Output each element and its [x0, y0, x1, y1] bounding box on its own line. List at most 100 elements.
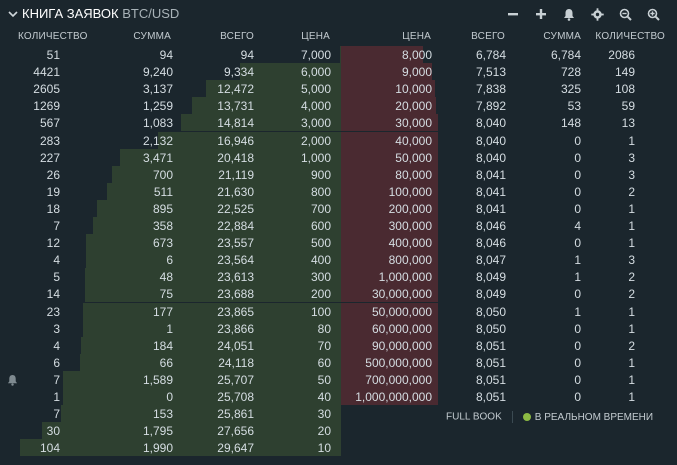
bid-total-cell: 23,613 [217, 270, 254, 285]
bid-quantity-cell: 4421 [33, 65, 60, 80]
bid-sum-cell: 1 [166, 321, 173, 336]
ask-sum-cell: 0 [574, 287, 581, 302]
bid-total-cell: 12,472 [217, 82, 254, 97]
ask-total-cell: 7,838 [475, 82, 506, 97]
bid-quantity-cell: 19 [46, 184, 60, 199]
order-book-row[interactable]: 26 700 21,119 900 80,000 8,041 0 3 [0, 165, 677, 183]
ask-total-cell: 7,892 [475, 99, 506, 114]
bid-price-cell: 40 [317, 390, 331, 404]
order-book-row[interactable]: 2605 3,137 12,472 5,000 10,000 7,838 325 108 [0, 80, 677, 98]
minus-icon[interactable] [499, 4, 527, 24]
ask-sum-cell: 325 [560, 82, 581, 97]
bid-total-cell: 94 [240, 48, 254, 62]
order-book-row[interactable]: 51 94 94 7,000 8,000 6,784 6,784 2086 [0, 46, 677, 63]
ask-quantity-cell: 3 [628, 167, 635, 182]
chevron-down-icon[interactable] [8, 6, 18, 21]
order-book-row[interactable]: 567 1,083 14,814 3,000 30,000 8,040 148 13 [0, 114, 677, 132]
bid-total-cell: 24,118 [218, 355, 254, 370]
realtime-label: В РЕАЛЬНОМ ВРЕМЕНИ [534, 411, 654, 423]
bid-quantity-cell: 23 [46, 304, 60, 319]
plus-icon[interactable] [527, 4, 555, 24]
ask-sum-cell: 728 [560, 65, 581, 80]
bid-total-cell: 23,564 [217, 253, 254, 268]
ask-quantity-cell: 2 [628, 270, 635, 285]
zoom-in-icon[interactable] [639, 4, 667, 24]
bid-total-cell: 27,656 [217, 424, 254, 439]
ask-price-cell: 60,000,000 [371, 321, 432, 336]
bid-quantity-cell: 30 [46, 424, 60, 439]
panel-title[interactable]: КНИГА ЗАЯВОК BTC/USD [8, 6, 179, 21]
bid-sum-cell: 3,471 [142, 150, 173, 165]
ask-total-cell: 8,047 [475, 253, 506, 268]
order-book-row[interactable]: 14 75 23,688 200 30,000,000 8,049 0 2 [0, 285, 677, 303]
ask-quantity-cell: 1 [628, 355, 635, 370]
order-book-row[interactable]: 12 673 23,557 500 400,000 8,046 0 1 [0, 234, 677, 252]
bid-price-cell: 60 [317, 355, 331, 370]
order-book-row[interactable]: 4 6 23,564 400 800,000 8,047 1 3 [0, 251, 677, 269]
bell-icon[interactable] [555, 4, 583, 24]
ask-total-cell: 6,784 [475, 48, 506, 62]
order-book-row[interactable]: 6 66 24,118 60 500,000,000 8,051 0 1 [0, 353, 677, 371]
bid-quantity-cell: 7 [53, 407, 60, 422]
bid-price-cell: 1,000 [300, 150, 331, 165]
bid-depth-bar [80, 353, 341, 371]
bid-total-cell: 9,334 [223, 65, 254, 80]
order-book-row[interactable]: 3 1 23,866 80 60,000,000 8,050 0 1 [0, 319, 677, 337]
bid-price-cell: 7,000 [300, 48, 331, 62]
ask-sum-cell: 0 [574, 184, 581, 199]
bid-total-cell: 23,688 [217, 287, 254, 302]
full-book-link[interactable]: FULL BOOK [446, 412, 502, 423]
order-book-row[interactable]: 283 2,132 16,946 2,000 40,000 8,040 0 1 [0, 131, 677, 149]
bid-price-cell: 3,000 [300, 116, 331, 131]
order-book-row[interactable]: 104 1,990 29,647 10 [0, 439, 677, 457]
ask-quantity-cell: 59 [621, 99, 635, 114]
ask-sum-cell: 4 [574, 219, 581, 233]
order-book-row[interactable]: 23 177 23,865 100 50,000,000 8,050 1 1 [0, 302, 677, 320]
ask-quantity-cell: 2 [628, 184, 635, 199]
bid-sum-cell: 1,589 [142, 372, 173, 387]
bid-total-cell: 21,119 [218, 167, 254, 182]
order-book-row[interactable]: 1 0 25,708 40 1,000,000,000 8,051 0 1 [0, 388, 677, 405]
bid-sum-cell: 66 [159, 355, 173, 370]
column-header-bid-price[interactable]: ЦЕНА [290, 31, 330, 45]
bid-depth-bar [85, 285, 341, 303]
zoom-out-icon[interactable] [611, 4, 639, 24]
bid-total-cell: 25,707 [217, 372, 254, 387]
ask-quantity-cell: 3 [628, 253, 635, 268]
ask-price-cell: 1,000,000,000 [355, 390, 432, 404]
realtime-status[interactable]: В РЕАЛЬНОМ ВРЕМЕНИ [522, 411, 654, 423]
ask-price-cell: 300,000 [388, 219, 432, 233]
order-book-row[interactable]: 5 48 23,613 300 1,000,000 8,049 1 2 [0, 268, 677, 286]
gear-icon[interactable] [583, 4, 611, 24]
column-header-ask-price[interactable]: ЦЕНА [391, 31, 431, 45]
bid-price-cell: 300 [310, 270, 331, 285]
order-book-row[interactable]: 4421 9,240 9,334 6,000 9,000 7,513 728 149 [0, 63, 677, 81]
order-book-row[interactable]: 19 511 21,630 800 100,000 8,041 0 2 [0, 182, 677, 200]
bid-sum-cell: 6 [166, 253, 173, 268]
bid-price-cell: 6,000 [300, 65, 331, 80]
bid-price-cell: 70 [317, 338, 331, 353]
column-header-bid-total[interactable]: ВСЕГО [214, 31, 254, 45]
column-header-ask-total[interactable]: ВСЕГО [465, 31, 505, 45]
ask-total-cell: 8,051 [475, 372, 506, 387]
order-book-row[interactable]: 7 358 22,884 600 300,000 8,046 4 1 [0, 217, 677, 234]
column-header-ask-quantity[interactable]: КОЛИЧЕСТВО [595, 31, 665, 45]
ask-quantity-cell: 108 [614, 82, 635, 97]
ask-sum-cell: 148 [560, 116, 581, 131]
ask-price-cell: 100,000 [388, 184, 432, 199]
column-header-ask-sum[interactable]: СУММА [541, 31, 581, 45]
ask-sum-cell: 1 [574, 253, 581, 268]
order-book-row[interactable]: 7 1,589 25,707 50 700,000,000 8,051 0 1 [0, 370, 677, 388]
order-book-row[interactable]: 4 184 24,051 70 90,000,000 8,051 0 2 [0, 336, 677, 354]
bid-depth-bar [85, 268, 341, 286]
ask-sum-cell: 1 [574, 270, 581, 285]
bid-sum-cell: 1,795 [142, 424, 173, 439]
order-book-row[interactable]: 227 3,471 20,418 1,000 50,000 8,040 0 3 [0, 148, 677, 166]
currency-pair: BTC/USD [122, 6, 180, 21]
column-header-bid-quantity[interactable]: КОЛИЧЕСТВО [18, 31, 88, 45]
alert-bell-icon[interactable] [7, 374, 18, 389]
order-book-row[interactable]: 1269 1,259 13,731 4,000 20,000 7,892 53 59 [0, 97, 677, 115]
order-book-row[interactable]: 18 895 22,525 700 200,000 8,041 0 1 [0, 199, 677, 217]
column-header-bid-sum[interactable]: СУММА [131, 31, 171, 45]
bid-depth-bar [81, 336, 341, 354]
